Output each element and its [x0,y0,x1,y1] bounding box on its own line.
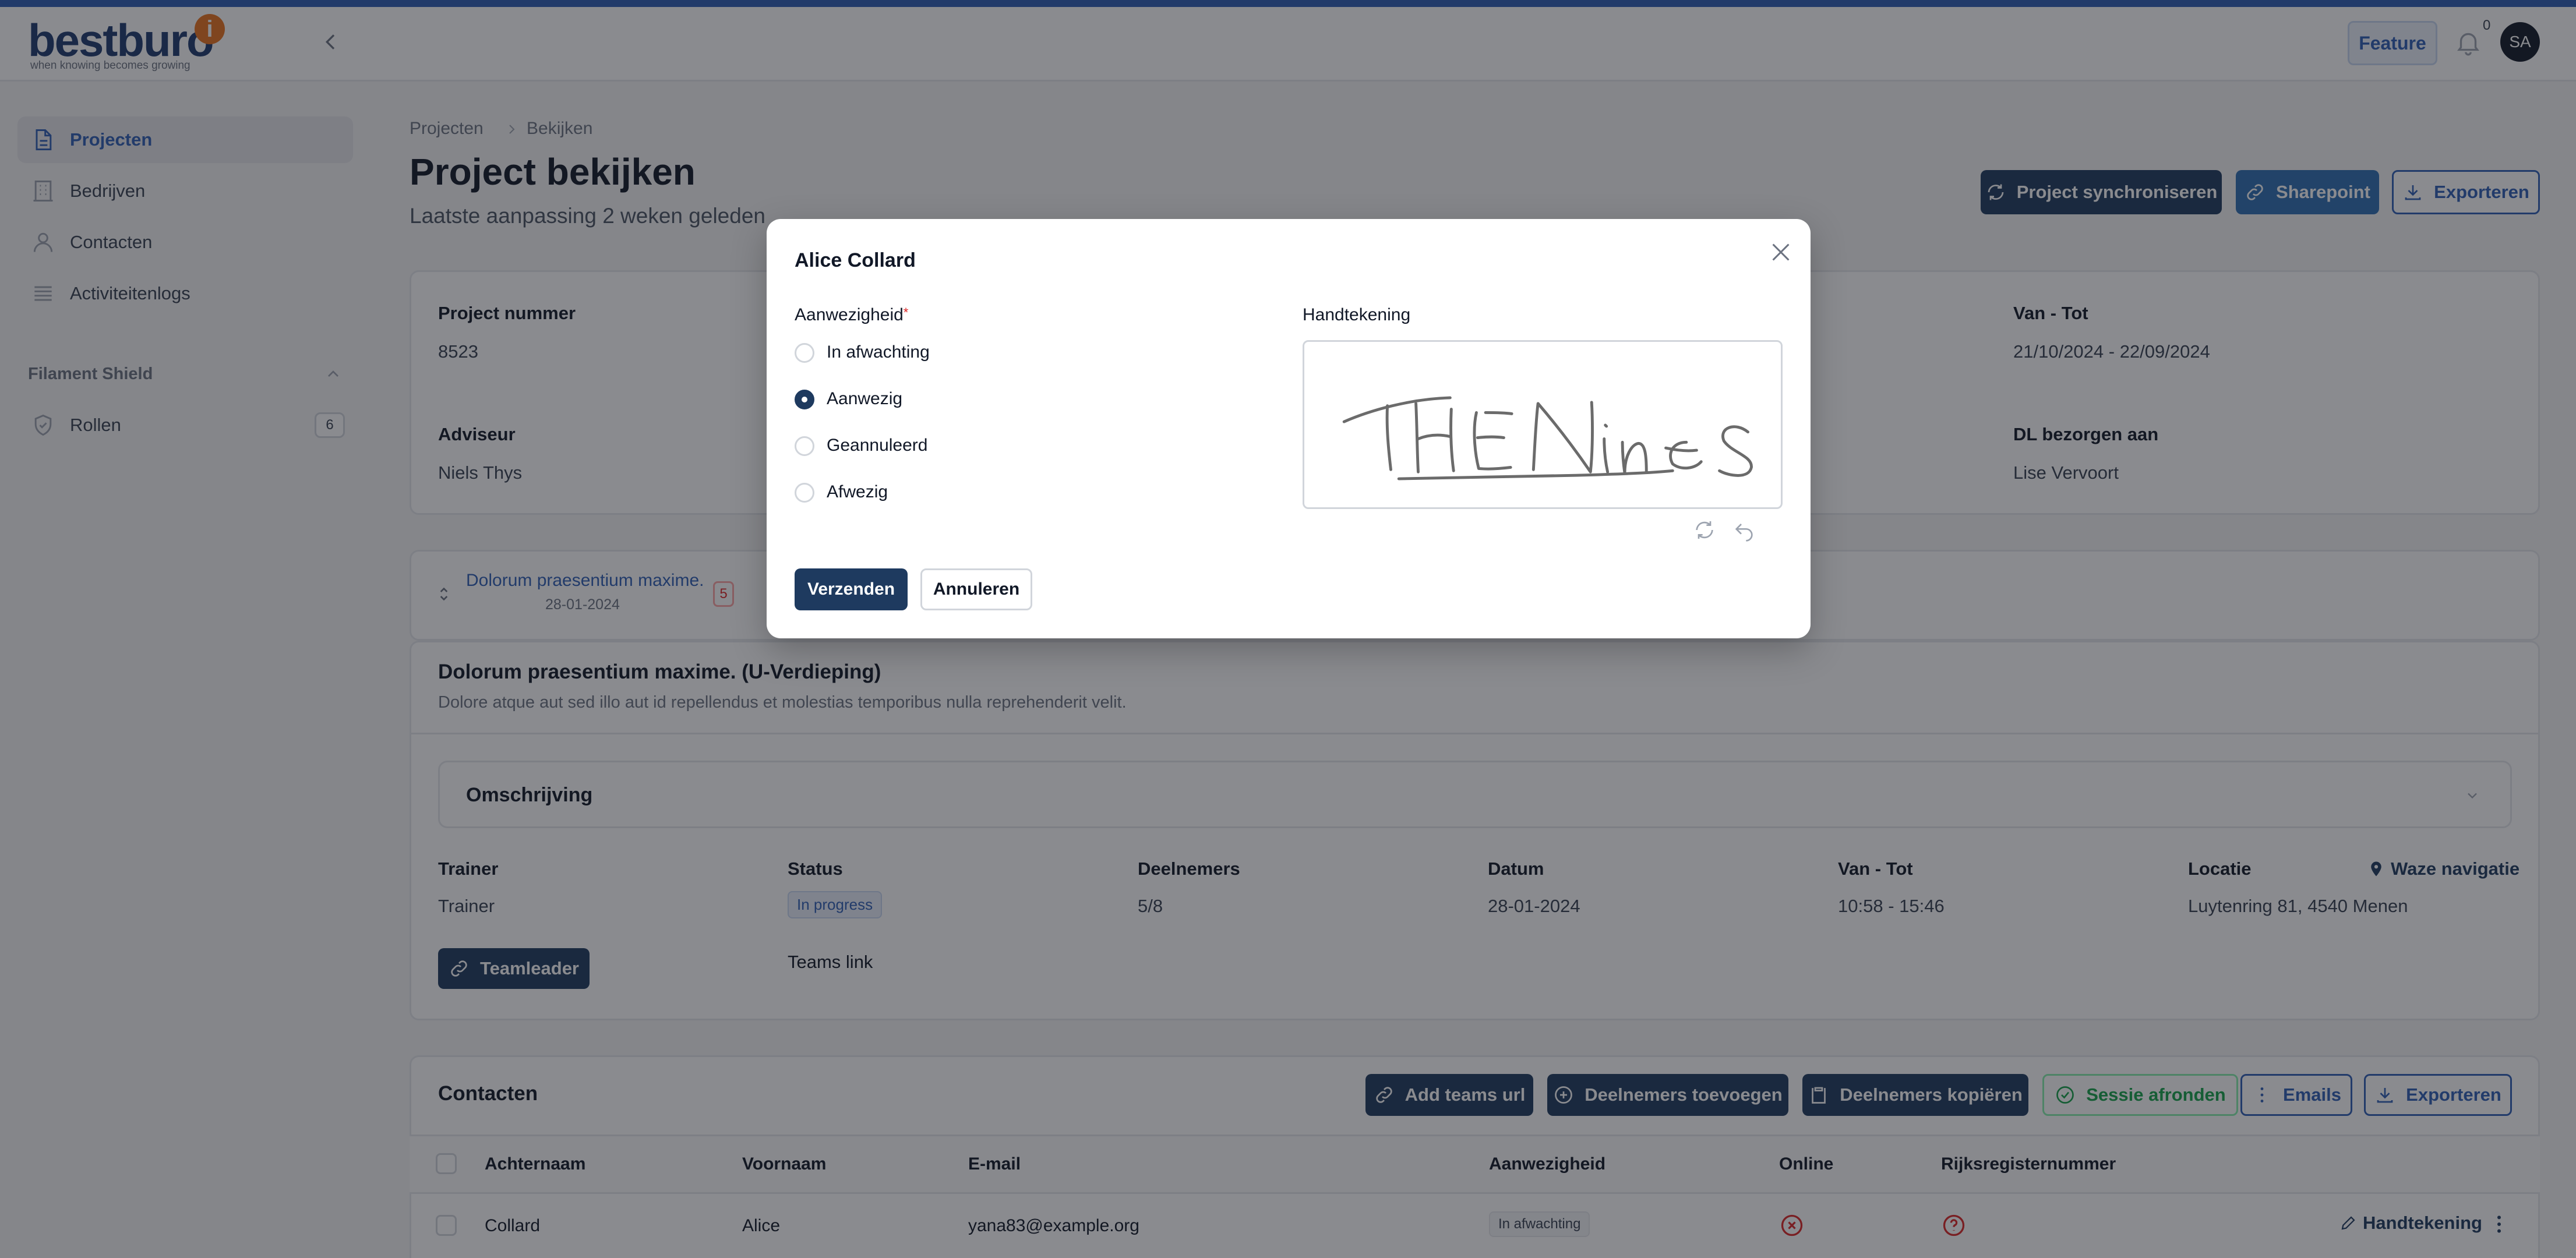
attendance-modal: Alice Collard Aanwezigheid* In afwachtin… [767,219,1811,638]
radio-label[interactable]: Afwezig [827,482,888,502]
radio-in-afwachting[interactable] [795,343,814,363]
undo-icon[interactable] [1732,518,1756,542]
radio-afwezig[interactable] [795,483,814,503]
modal-title: Alice Collard [795,249,916,271]
signature-drawing [1342,396,1753,480]
clear-signature-icon[interactable] [1693,518,1716,542]
signature-label: Handtekening [1303,305,1411,324]
presence-label: Aanwezigheid* [795,305,909,324]
cancel-button[interactable]: Annuleren [920,568,1032,610]
radio-label[interactable]: Aanwezig [827,389,902,409]
signature-pad[interactable] [1303,340,1783,509]
radio-aanwezig[interactable] [795,390,814,409]
radio-label[interactable]: Geannuleerd [827,436,927,455]
close-icon[interactable] [1767,239,1794,266]
radio-geannuleerd[interactable] [795,436,814,456]
submit-button[interactable]: Verzenden [795,568,908,610]
radio-label[interactable]: In afwachting [827,342,930,362]
